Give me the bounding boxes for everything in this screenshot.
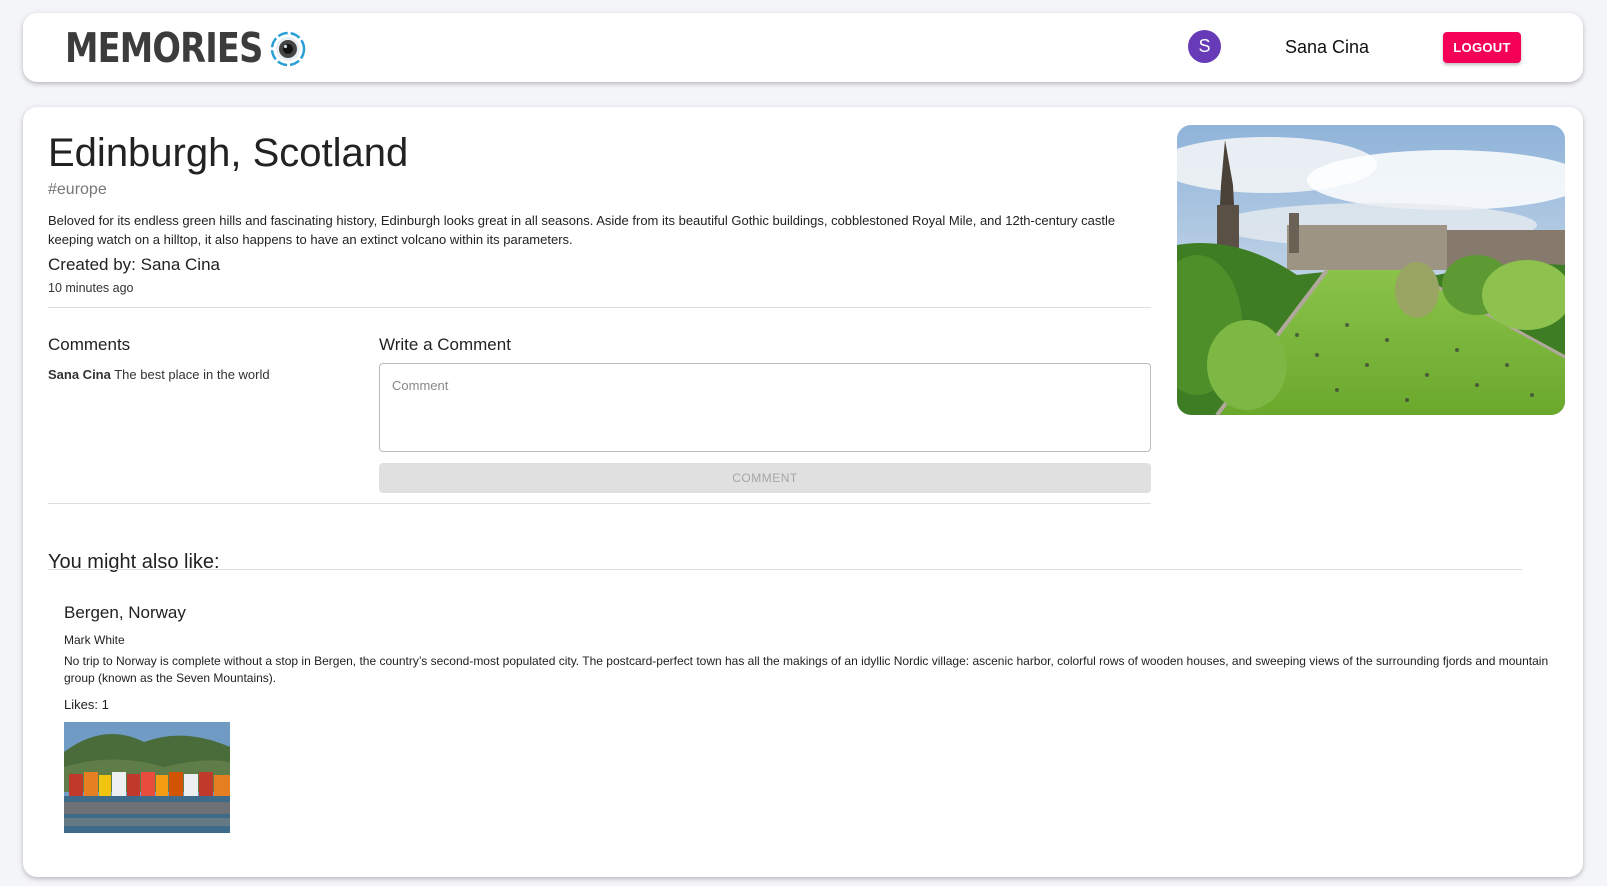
- divider: [48, 503, 1151, 504]
- divider: [48, 307, 1151, 308]
- divider: [48, 569, 1522, 570]
- recommended-post-message: No trip to Norway is complete without a …: [64, 654, 1549, 685]
- camera-lens-icon: [270, 31, 306, 67]
- post-timestamp: 10 minutes ago: [48, 281, 134, 295]
- bergen-harbor-image: [64, 722, 230, 833]
- recommended-post-author: Mark White: [64, 633, 125, 647]
- post-message: Beloved for its endless green hills and …: [48, 213, 1116, 247]
- brand[interactable]: MEMORIES: [65, 27, 306, 69]
- comment-input[interactable]: [379, 363, 1151, 452]
- post-tags: #europe: [48, 181, 107, 198]
- post-creator: Created by: Sana Cina: [48, 255, 220, 274]
- app-bar: MEMORIES S Sana Cina LOGOUT: [23, 13, 1583, 82]
- write-comment-heading: Write a Comment: [379, 335, 511, 354]
- recommended-post-likes: Likes: 1: [64, 697, 109, 712]
- recommended-heading: You might also like:: [48, 551, 220, 573]
- brand-title: MEMORIES: [65, 24, 263, 72]
- recommended-post-title: Bergen, Norway: [64, 603, 186, 622]
- comment-submit-button[interactable]: COMMENT: [379, 463, 1151, 493]
- user-name: Sana Cina: [1285, 37, 1370, 57]
- comments-heading: Comments: [48, 335, 131, 354]
- comment-author: Sana Cina: [48, 367, 111, 382]
- post-image: [1177, 125, 1565, 415]
- avatar[interactable]: S: [1188, 30, 1221, 63]
- comment-text: The best place in the world: [110, 367, 270, 382]
- post-details-card: Edinburgh, Scotland #europe Beloved for …: [23, 107, 1583, 877]
- logout-button[interactable]: LOGOUT: [1443, 32, 1521, 63]
- edinburgh-park-image: [1177, 125, 1565, 415]
- comment-item: Sana Cina The best place in the world: [48, 367, 270, 382]
- post-title: Edinburgh, Scotland: [48, 131, 409, 175]
- recommended-post-image[interactable]: [64, 722, 230, 833]
